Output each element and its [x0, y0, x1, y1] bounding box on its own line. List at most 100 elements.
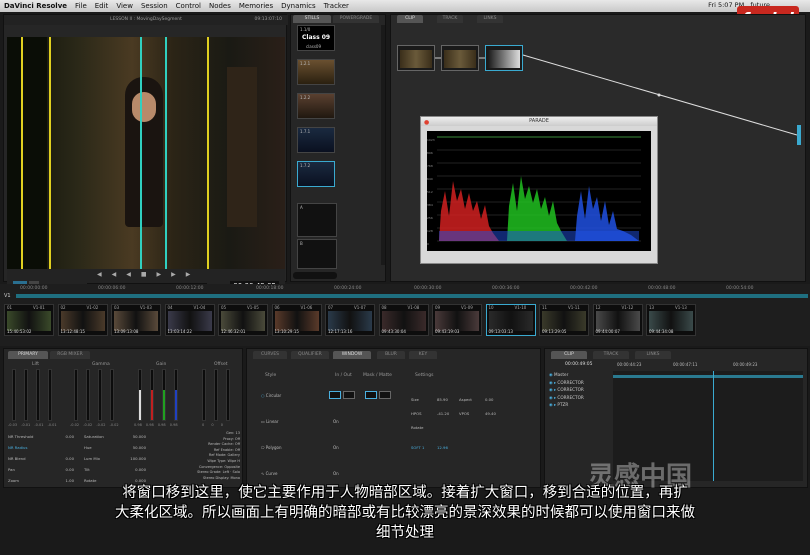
timeline-clip[interactable]: 12 V1-12 09:44:00:07	[592, 304, 643, 336]
timeline-clip[interactable]: 09 V1-09 09:43:19:03	[432, 304, 482, 336]
param-row[interactable]: Lum Mix 100.000	[84, 453, 146, 464]
param-row[interactable]: Stereo Display: Mono	[154, 476, 240, 482]
lift-b-slider[interactable]	[48, 369, 52, 421]
tab-key[interactable]: KEY	[409, 351, 437, 359]
gamma-r-slider[interactable]	[86, 369, 90, 421]
param-row[interactable]: Saturation 50.000	[84, 431, 146, 442]
shape-row[interactable]: ○ Circular On	[261, 393, 339, 398]
tab-rgb-mixer[interactable]: RGB MIXER	[50, 351, 90, 359]
timeline-clip[interactable]: 01 V1-01 15:40:53:02	[4, 304, 54, 336]
transport-controls-icon[interactable]: ◀◀◀■▶▶▶	[97, 271, 200, 278]
kf-track-row[interactable]: ◉ ▸ CORRECTOR	[549, 386, 611, 394]
stills-search-input[interactable]	[293, 272, 337, 279]
menu-session[interactable]: Session	[141, 2, 168, 10]
tab-kf-clip[interactable]: CLIP	[551, 351, 587, 359]
menu-memories[interactable]: Memories	[239, 2, 273, 10]
param-row[interactable]: Tilt 0.000	[84, 464, 146, 475]
app-name[interactable]: DaVinci Resolve	[4, 2, 67, 10]
kf-playhead[interactable]	[713, 371, 714, 481]
setting-row[interactable]: HPOS -41.20 VPOS 49.40	[411, 407, 501, 421]
still-item[interactable]: 1.1/0 Class 09 class09	[297, 25, 335, 51]
shape-row[interactable]: ▭ Linear On	[261, 419, 339, 424]
parade-window[interactable]: PARADE ● 1023 896 768 640 512 384 256 128 0	[420, 116, 658, 264]
window-matte-button[interactable]	[365, 391, 377, 399]
setting-row[interactable]: SOFT 1 12.96	[411, 441, 501, 455]
window-guide-line[interactable]	[165, 37, 167, 269]
tab-powergrade[interactable]: POWERGRADE	[333, 15, 379, 23]
tab-window[interactable]: WINDOW	[333, 351, 371, 359]
tab-qualifier[interactable]: QUALIFIER	[291, 351, 329, 359]
kf-track-row[interactable]: ◉ ▸ PTZR	[549, 401, 611, 409]
param-row[interactable]: Pan 0.00	[8, 464, 74, 475]
param-row[interactable]: Hue 50.000	[84, 442, 146, 453]
track-bar[interactable]	[16, 294, 808, 298]
memory-slot-b[interactable]: B	[297, 239, 337, 269]
kf-track-row[interactable]: ◉ ▸ CORRECTOR	[549, 379, 611, 387]
setting-row[interactable]: Rotate	[411, 421, 501, 435]
setting-row[interactable]: Size 85.90 Aspect 0.00	[411, 393, 501, 407]
tab-kf-links[interactable]: LINKS	[635, 351, 671, 359]
timeline-clip[interactable]: 07 V1-07 12:17:13:16	[325, 304, 375, 336]
timeline-clip[interactable]: 05 V1-05 12:46:32:01	[218, 304, 268, 336]
gain-y-slider[interactable]	[138, 369, 142, 421]
gain-b-slider[interactable]	[174, 369, 178, 421]
tab-blur[interactable]: BLUR	[377, 351, 405, 359]
gamma-y-slider[interactable]	[74, 369, 78, 421]
timeline-clip[interactable]: 13 V1-13 09:44:34:08	[646, 304, 696, 336]
menu-dynamics[interactable]: Dynamics	[281, 2, 316, 10]
window-matte-button[interactable]	[379, 391, 391, 399]
timeline-clip[interactable]: 03 V1-03 13:09:13:08	[111, 304, 161, 336]
menu-file[interactable]: File	[75, 2, 87, 10]
param-row[interactable]: NR Radius	[8, 442, 74, 453]
menu-nodes[interactable]: Nodes	[209, 2, 231, 10]
timeline-ruler[interactable]: 00:00:00:00 00:00:06:00 00:00:12:00 00:0…	[16, 286, 808, 294]
output-node[interactable]	[797, 125, 801, 145]
timeline-clip[interactable]: 06 V1-06 13:10:29:15	[271, 304, 322, 336]
tab-kf-track[interactable]: TRACK	[593, 351, 629, 359]
timeline-clip[interactable]: 08 V1-08 09:43:30:04	[378, 304, 429, 336]
menu-tracker[interactable]: Tracker	[324, 2, 349, 10]
timeline-clip[interactable]: 02 V1-02 13:12:48:15	[57, 304, 108, 336]
offset-g-slider[interactable]	[214, 369, 218, 421]
tab-primary[interactable]: PRIMARY	[8, 351, 48, 359]
offset-r-slider[interactable]	[202, 369, 206, 421]
kf-track-row[interactable]: ◉ ▸ CORRECTOR	[549, 394, 611, 402]
kf-track-row[interactable]: ◉ Master	[549, 371, 611, 379]
timeline-clip[interactable]: 10 V1-10 09:13:03:13	[485, 304, 536, 336]
close-icon[interactable]: ●	[424, 119, 429, 126]
still-item-selected[interactable]: 1.7.2	[297, 161, 335, 187]
offset-b-slider[interactable]	[226, 369, 230, 421]
lift-y-slider[interactable]	[12, 369, 16, 421]
shape-row[interactable]: ∿ Curve On	[261, 471, 339, 476]
timeline-clip[interactable]: 04 V1-04 13:03:14:22	[164, 304, 215, 336]
menu-edit[interactable]: Edit	[95, 2, 109, 10]
still-item[interactable]: 1.2.2	[297, 93, 335, 119]
tab-stills[interactable]: STILLS	[293, 15, 331, 23]
window-guide-line[interactable]	[49, 37, 51, 269]
video-frame[interactable]	[7, 37, 285, 269]
timeline-clip[interactable]: 11 V1-11 09:13:29:05	[539, 304, 589, 336]
window-guide-line[interactable]	[140, 37, 142, 269]
stills-scrollbar[interactable]	[381, 25, 385, 265]
window-mask-button[interactable]	[343, 391, 355, 399]
menu-view[interactable]: View	[116, 2, 133, 10]
shape-row[interactable]: ⬠ Polygon On	[261, 445, 339, 450]
gamma-g-slider[interactable]	[98, 369, 102, 421]
menu-control[interactable]: Control	[176, 2, 201, 10]
lift-g-slider[interactable]	[36, 369, 40, 421]
window-invert-button[interactable]	[329, 391, 341, 399]
lift-r-slider[interactable]	[24, 369, 28, 421]
window-guide-line[interactable]	[207, 37, 209, 269]
gamma-b-slider[interactable]	[110, 369, 114, 421]
tab-curves[interactable]: CURVES	[253, 351, 287, 359]
parade-title[interactable]: PARADE	[421, 117, 657, 126]
window-guide-line[interactable]	[21, 37, 23, 269]
param-row[interactable]: NR Blend 0.00	[8, 453, 74, 464]
param-row[interactable]: NR Threshold 0.00	[8, 431, 74, 442]
still-item[interactable]: 1.7.1	[297, 127, 335, 153]
clip-timecode: 13:03:14:22	[167, 329, 192, 334]
still-item[interactable]: 1.2.1	[297, 59, 335, 85]
gain-g-slider[interactable]	[162, 369, 166, 421]
gain-r-slider[interactable]	[150, 369, 154, 421]
memory-slot-a[interactable]: A	[297, 203, 337, 237]
